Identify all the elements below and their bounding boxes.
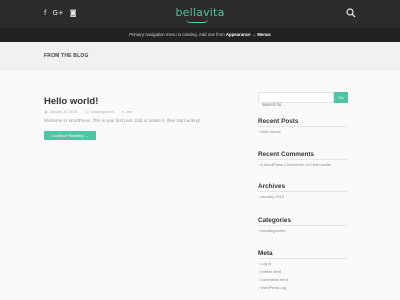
post-excerpt: Welcome to WordPress. This is your first… (44, 118, 201, 123)
site-logo[interactable]: bellavita (170, 6, 230, 19)
divider (258, 225, 348, 226)
search-submit-button[interactable]: Go (334, 92, 348, 103)
recent-comments-title: Recent Comments (258, 151, 315, 158)
meta-entries-feed-link[interactable]: ›Entries feed (258, 269, 281, 274)
archives-title: Archives (258, 183, 285, 190)
archive-item[interactable]: ›January 2019 (258, 194, 284, 199)
instagram-icon[interactable]: ◙ (70, 8, 77, 18)
blog-header: FROM THE BLOG (0, 42, 400, 70)
divider (258, 159, 348, 160)
divider (258, 191, 348, 192)
category-item[interactable]: ›Uncategorized (258, 228, 285, 233)
logo-smile-mark (186, 19, 208, 23)
post-date[interactable]: ▣ January 30, 2019 (44, 110, 77, 114)
folder-icon: ▤ (85, 110, 89, 114)
post-author-text: alex (125, 110, 133, 114)
meta-login-link[interactable]: ›Log in (258, 261, 271, 266)
calendar-icon: ▣ (44, 110, 48, 114)
meta-item-label: Comments feed (260, 277, 288, 282)
primary-navigation: Primary navigation menu is missing. Add … (0, 28, 400, 42)
post-meta: ▣ January 30, 2019 ▤ Uncategorized ● alex (44, 110, 133, 114)
google-plus-icon[interactable]: G+ (52, 8, 63, 18)
meta-item-label: Entries feed (260, 269, 282, 274)
meta-item-label: Log in (260, 261, 271, 266)
post-date-text: January 30, 2019 (49, 110, 78, 114)
notice-text: Primary navigation menu is missing. Add … (129, 32, 225, 37)
search-input[interactable] (259, 100, 333, 109)
search-icon[interactable] (346, 8, 356, 18)
archive-label: January 2019 (260, 194, 284, 199)
menus-link[interactable]: Menus (257, 32, 271, 37)
sidebar-search (258, 92, 334, 109)
recent-comment-item[interactable]: ›A WordPress Commenter on Hello world! (258, 162, 331, 167)
recent-comment-label: A WordPress Commenter on Hello world! (260, 162, 332, 167)
categories-title: Categories (258, 217, 292, 224)
recent-post-label: Hello world! (260, 129, 281, 134)
post-author[interactable]: ● alex (122, 110, 133, 114)
continue-reading-button[interactable]: Continue Reading → (44, 131, 96, 140)
post-title[interactable]: Hello world! (44, 96, 98, 107)
divider (258, 126, 348, 127)
meta-title: Meta (258, 250, 273, 257)
divider (258, 258, 348, 259)
nav-missing-notice: Primary navigation menu is missing. Add … (0, 28, 400, 42)
social-links: f G+ ◙ (44, 8, 77, 18)
post-category[interactable]: ▤ Uncategorized (85, 110, 114, 114)
category-label: Uncategorized (260, 228, 286, 233)
meta-comments-feed-link[interactable]: ›Comments feed (258, 277, 288, 282)
meta-wordpress-link[interactable]: ›WordPress.org (258, 285, 286, 290)
recent-post-item[interactable]: ›Hello world! (258, 129, 281, 134)
user-icon: ● (121, 110, 124, 114)
facebook-icon[interactable]: f (44, 8, 46, 18)
post-category-text: Uncategorized (90, 110, 114, 114)
meta-item-label: WordPress.org (260, 285, 287, 290)
appearance-link[interactable]: Appearance (226, 32, 251, 37)
arrow-glyph: → (251, 32, 257, 37)
recent-posts-title: Recent Posts (258, 118, 299, 125)
page-title: FROM THE BLOG (44, 53, 89, 59)
top-bar: f G+ ◙ bellavita (0, 0, 400, 28)
